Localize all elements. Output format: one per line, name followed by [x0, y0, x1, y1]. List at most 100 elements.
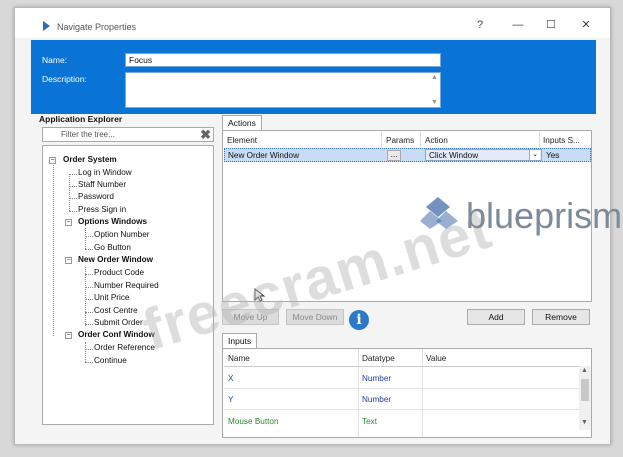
column-params[interactable]: Params — [386, 136, 414, 145]
tree-connector — [85, 342, 86, 362]
scroll-up-icon[interactable]: ▲ — [581, 367, 588, 374]
tree-connector — [69, 186, 77, 187]
blueprism-watermark: blueprism — [420, 195, 622, 236]
name-input[interactable]: Focus — [125, 53, 441, 67]
collapse-toggle-icon[interactable]: − — [49, 157, 56, 164]
tree-connector — [85, 274, 93, 275]
tree-node-submit-order[interactable]: Submit Order — [94, 318, 143, 327]
tree-connector — [85, 236, 93, 237]
tree-connector — [53, 162, 54, 336]
row-separator — [225, 409, 587, 410]
tree-node-press-sign-in[interactable]: Press Sign in — [78, 205, 126, 214]
row-inputs-supplied: Yes — [546, 151, 560, 160]
collapse-toggle-icon[interactable]: − — [65, 257, 72, 264]
column-separator — [358, 349, 359, 365]
column-value[interactable]: Value — [426, 354, 446, 363]
tree-connector — [69, 174, 70, 211]
tree-connector — [85, 287, 93, 288]
column-separator — [539, 131, 540, 147]
column-separator — [422, 349, 423, 365]
tree-connector — [85, 299, 93, 300]
description-label: Description: — [42, 74, 87, 84]
column-name[interactable]: Name — [228, 354, 250, 363]
tree-node-order-reference[interactable]: Order Reference — [94, 343, 155, 352]
tree-connector — [85, 312, 93, 313]
tree-node-unit-price[interactable]: Unit Price — [94, 293, 130, 302]
help-icon[interactable]: ? — [473, 18, 487, 32]
info-icon[interactable]: i — [349, 310, 369, 330]
row-separator — [225, 388, 587, 389]
description-scrollbar[interactable]: ▲ ▼ — [429, 73, 440, 107]
tree-node-number-required[interactable]: Number Required — [94, 281, 159, 290]
tree-node-new-order-window[interactable]: New Order Window — [78, 255, 153, 264]
input-name[interactable]: Mouse Button — [228, 417, 279, 426]
close-icon[interactable]: ✕ — [579, 18, 593, 32]
add-button[interactable]: Add — [467, 309, 525, 325]
tree-connector — [69, 211, 77, 212]
minimize-icon[interactable]: — — [511, 18, 525, 32]
input-datatype: Number — [362, 374, 392, 383]
tree-connector — [85, 228, 86, 249]
action-dropdown-value: Click Window — [429, 151, 479, 160]
clear-filter-icon[interactable]: ✖ — [200, 128, 211, 142]
collapse-toggle-icon[interactable]: − — [65, 332, 72, 339]
tree-connector — [85, 267, 86, 326]
scroll-down-icon[interactable]: ▼ — [581, 419, 588, 426]
params-button[interactable]: ... — [387, 150, 401, 161]
tree-connector — [69, 198, 77, 199]
tree-connector — [85, 362, 93, 363]
blueprism-logo-icon — [420, 197, 458, 229]
tree-node-option-number[interactable]: Option Number — [94, 230, 150, 239]
tree-node-order-conf-window[interactable]: Order Conf Window — [78, 330, 155, 339]
filter-placeholder: Filter the tree... — [61, 130, 115, 139]
input-datatype: Number — [362, 395, 392, 404]
name-label: Name: — [42, 55, 68, 65]
input-name[interactable]: Y — [228, 395, 233, 404]
blueprism-wordmark: blueprism — [466, 195, 623, 236]
tree-node-product-code[interactable]: Product Code — [94, 268, 144, 277]
filter-tree-input[interactable]: Filter the tree... ✖ — [42, 127, 214, 142]
chevron-down-icon[interactable]: ⌄ — [529, 150, 540, 160]
title-bar: Navigate Properties ? — ☐ ✕ — [15, 8, 610, 38]
row-element: New Order Window — [228, 151, 299, 160]
column-inputs-supplied[interactable]: Inputs S... — [543, 136, 580, 145]
column-element[interactable]: Element — [227, 136, 257, 145]
tree-node-order-system[interactable]: Order System — [63, 155, 117, 164]
column-action[interactable]: Action — [425, 136, 448, 145]
remove-button[interactable]: Remove — [532, 309, 590, 325]
column-separator — [422, 367, 423, 437]
column-separator — [381, 131, 382, 147]
tree-node-login-window[interactable]: Log in Window — [78, 168, 132, 177]
tree-connector — [85, 249, 93, 250]
tree-node-staff-number[interactable]: Staff Number — [78, 180, 126, 189]
collapse-toggle-icon[interactable]: − — [65, 219, 72, 226]
input-datatype: Text — [362, 417, 378, 426]
inputs-body: X Number Y Number Mouse Button Text — [224, 366, 587, 437]
column-separator — [420, 131, 421, 147]
description-input[interactable]: ▲ ▼ — [125, 72, 441, 108]
tree-connector — [85, 324, 93, 325]
scroll-down-icon[interactable]: ▼ — [431, 99, 438, 106]
actions-row[interactable]: New Order Window ... Click Window ⌄ Yes — [224, 148, 591, 162]
scroll-thumb[interactable] — [581, 379, 589, 401]
tree-node-continue[interactable]: Continue — [94, 356, 127, 365]
input-name[interactable]: X — [228, 374, 233, 383]
inputs-grid: Name Datatype Value X Number Y Number Mo… — [222, 348, 592, 438]
inputs-scrollbar[interactable]: ▲ ▼ — [579, 366, 591, 430]
maximize-icon[interactable]: ☐ — [544, 18, 558, 32]
tree-connector — [69, 174, 77, 175]
window-title: Navigate Properties — [57, 22, 137, 32]
tree-node-password[interactable]: Password — [78, 192, 114, 201]
tree-connector — [85, 349, 93, 350]
scroll-up-icon[interactable]: ▲ — [431, 74, 438, 81]
application-explorer-title: Application Explorer — [39, 114, 123, 124]
properties-header: Name: Focus Description: ▲ ▼ — [31, 40, 596, 114]
column-datatype[interactable]: Datatype — [362, 354, 395, 363]
blueprism-app-icon — [43, 21, 50, 31]
action-dropdown[interactable]: Click Window ⌄ — [425, 149, 542, 161]
tree-node-options-windows[interactable]: Options Windows — [78, 217, 147, 226]
column-separator — [358, 367, 359, 437]
tab-actions[interactable]: Actions — [222, 115, 262, 130]
tree-node-cost-centre[interactable]: Cost Centre — [94, 306, 138, 315]
tree-node-go-button[interactable]: Go Button — [94, 243, 131, 252]
